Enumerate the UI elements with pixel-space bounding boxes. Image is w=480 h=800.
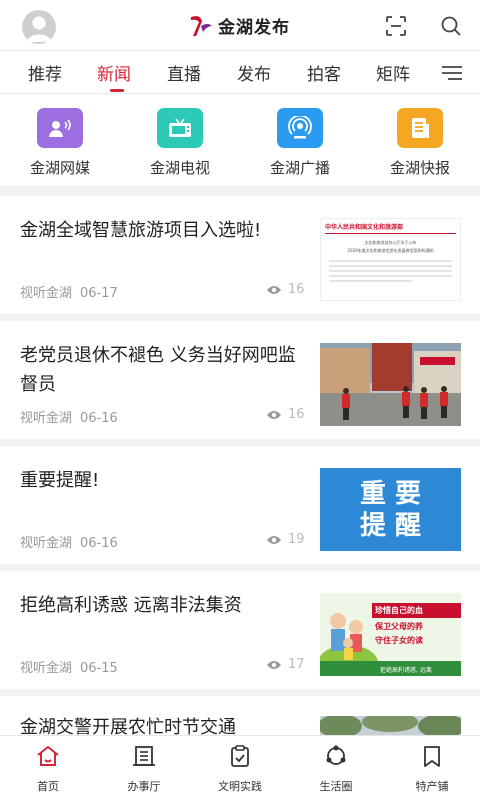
nav-label: 文明实践 — [218, 780, 262, 793]
news-item[interactable]: 金湖交警开展农忙时节交通 — [0, 696, 480, 735]
channel-web-media[interactable]: 金湖网媒 — [5, 108, 115, 178]
bookmark-shop-icon — [424, 746, 440, 767]
category-tabs: 推荐 新闻 直播 发布 拍客 矩阵 — [0, 50, 480, 94]
news-thumbnail-document: 中华人民共和国文化和旅游部 文化和旅游部办公厅关于公布 2020年度文化和旅游信… — [320, 218, 461, 301]
top-bar: 金湖发布 — [0, 0, 480, 50]
news-date: 06-15 — [80, 661, 118, 676]
channel-label: 金湖快报 — [389, 159, 450, 177]
nav-label: 生活圈 — [319, 780, 353, 793]
logo-text: 金湖发布 — [218, 17, 290, 38]
news-meta: 视听金湖 06-16 — [20, 532, 118, 551]
thumb-doc-line1: 文化和旅游部办公厅关于公布 — [364, 240, 417, 245]
thumb-poster-line2: 保卫父母的养 — [375, 622, 423, 631]
news-source: 视听金湖 — [20, 661, 73, 676]
channel-label: 金湖广播 — [269, 159, 330, 177]
home-icon — [37, 746, 59, 766]
news-item[interactable]: 老党员退休不褪色 义务当好网吧监督员 视听金湖 06-16 16 — [0, 321, 480, 439]
service-hall-icon — [133, 746, 155, 766]
view-count-value: 16 — [288, 407, 305, 422]
thumb-poster-line3: 守住子女的读 — [375, 636, 423, 645]
tab-news[interactable]: 新闻 — [97, 60, 131, 85]
thumb-notice-line1: 重 要 — [359, 478, 422, 509]
nav-label: 特产铺 — [415, 780, 449, 793]
view-count-value: 19 — [288, 532, 305, 547]
news-item[interactable]: 金湖全域智慧旅游项目入选啦! 视听金湖 06-17 16 中华人民共和国文化和旅游… — [0, 196, 480, 314]
news-item[interactable]: 重要提醒! 视听金湖 06-16 19 重 要 提 醒 — [0, 446, 480, 564]
nav-specialty-shop[interactable]: 特产铺 — [392, 744, 472, 794]
nav-label: 首页 — [37, 780, 59, 793]
news-source: 视听金湖 — [20, 536, 73, 551]
eye-icon — [267, 285, 281, 294]
view-count: 19 — [266, 532, 305, 547]
news-date: 06-16 — [80, 411, 118, 426]
news-source: 视听金湖 — [20, 286, 73, 301]
nav-service-hall[interactable]: 办事厅 — [104, 744, 184, 794]
news-source: 视听金湖 — [20, 411, 73, 426]
app-logo: 金湖发布 — [188, 12, 290, 38]
view-count: 16 — [266, 407, 305, 422]
bottom-navigation: 首页 办事厅 文明实践 生活圈 特产铺 — [0, 735, 480, 800]
news-title: 拒绝高利诱惑 远离非法集资 — [20, 595, 242, 616]
life-circle-icon — [326, 745, 346, 765]
thumb-poster-footer: 拒绝高利诱惑, 远离 — [320, 661, 461, 676]
thumb-doc-heading: 中华人民共和国文化和旅游部 — [325, 224, 404, 231]
nav-home[interactable]: 首页 — [8, 744, 88, 794]
tab-snapshot[interactable]: 拍客 — [307, 60, 341, 85]
view-count: 17 — [266, 657, 305, 672]
news-thumbnail-notice: 重 要 提 醒 — [320, 468, 461, 551]
news-meta: 视听金湖 06-15 — [20, 657, 118, 676]
eye-icon — [267, 535, 281, 544]
scan-icon[interactable] — [385, 15, 407, 37]
nav-life-circle[interactable]: 生活圈 — [296, 744, 376, 794]
clipboard-icon — [231, 745, 249, 767]
channel-radio[interactable]: 金湖广播 — [245, 108, 355, 178]
channel-express[interactable]: 金湖快报 — [365, 108, 475, 178]
channel-label: 金湖电视 — [149, 159, 210, 177]
nav-label: 办事厅 — [127, 780, 161, 793]
thumb-notice-line2: 提 醒 — [359, 510, 422, 541]
active-tab-indicator — [110, 89, 124, 92]
thumb-poster-line1: 珍惜自己的血 — [372, 603, 461, 618]
view-count-value: 16 — [288, 282, 305, 297]
eye-icon — [267, 410, 281, 419]
channel-shortcuts: 金湖网媒 金湖电视 金湖广播 金湖快报 — [0, 94, 480, 186]
news-thumbnail-road-photo — [320, 716, 461, 735]
user-avatar-icon[interactable] — [22, 10, 56, 44]
tab-live[interactable]: 直播 — [167, 60, 201, 85]
news-title: 金湖交警开展农忙时节交通 — [20, 717, 236, 735]
news-item[interactable]: 拒绝高利诱惑 远离非法集资 视听金湖 06-15 17 珍惜自己的血 保卫父母的养… — [0, 571, 480, 689]
thumb-doc-line2: 2020年度文化和旅游信息化发展典型案例的通知 — [347, 248, 434, 253]
news-title: 重要提醒! — [20, 470, 100, 491]
view-count-value: 17 — [288, 657, 305, 672]
news-date: 06-16 — [80, 536, 118, 551]
news-meta: 视听金湖 06-17 — [20, 282, 118, 301]
news-meta: 视听金湖 06-16 — [20, 407, 118, 426]
search-icon[interactable] — [440, 15, 462, 37]
channel-label: 金湖网媒 — [29, 159, 90, 177]
tab-matrix[interactable]: 矩阵 — [376, 60, 410, 85]
news-thumbnail-poster: 珍惜自己的血 保卫父母的养 守住子女的读 拒绝高利诱惑, 远离 — [320, 593, 461, 676]
nav-civilization-practice[interactable]: 文明实践 — [200, 744, 280, 794]
view-count: 16 — [266, 282, 305, 297]
megaphone-icon — [37, 108, 83, 148]
channel-tv[interactable]: 金湖电视 — [125, 108, 235, 178]
news-date: 06-17 — [80, 286, 118, 301]
menu-icon[interactable] — [440, 63, 464, 83]
news-thumbnail-street-photo — [320, 343, 461, 426]
broadcast-icon — [277, 108, 323, 148]
newspaper-icon — [397, 108, 443, 148]
news-title: 金湖全域智慧旅游项目入选啦! — [20, 220, 262, 241]
news-title: 老党员退休不褪色 义务当好网吧监督员 — [20, 345, 296, 395]
tab-recommend[interactable]: 推荐 — [28, 60, 62, 85]
tv-icon — [157, 108, 203, 148]
logo-mark-icon — [191, 16, 212, 37]
tab-publish[interactable]: 发布 — [237, 60, 271, 85]
eye-icon — [267, 660, 281, 669]
